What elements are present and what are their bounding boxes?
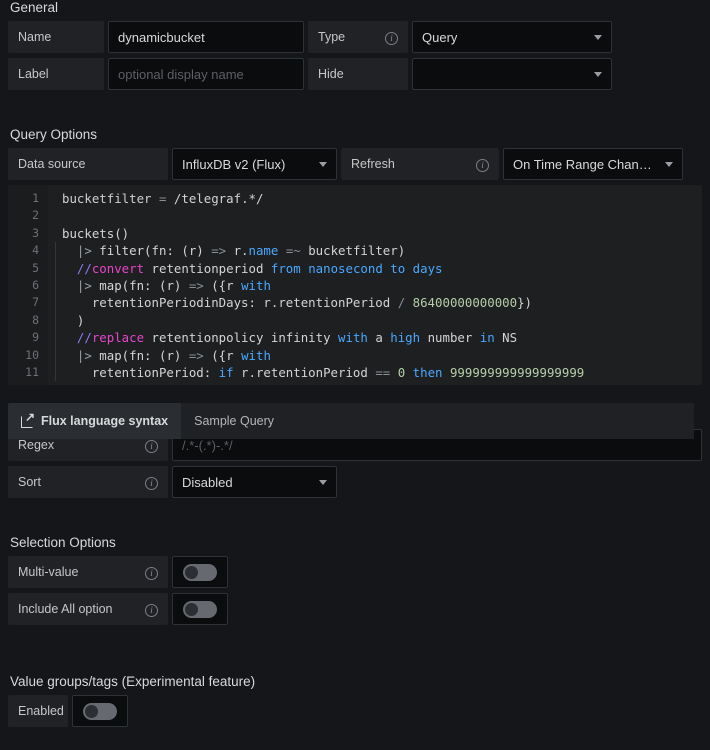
type-select-value: Query [422,29,458,45]
type-select[interactable]: Query [412,21,612,53]
enabled-field-label: Enabled [8,695,68,727]
tab-flux-language-syntax[interactable]: Flux language syntax [8,403,182,439]
refresh-info-icon[interactable]: i [462,157,489,172]
line-number: 5 [32,260,39,275]
chevron-down-icon [665,162,673,167]
sort-field-label: Sort i [8,466,168,498]
flux-query-code-editor[interactable]: 1 2 3 4 5 6 7 8 9 10 11 bucketfilter = /… [8,185,702,385]
datasource-label-text: Data source [18,157,86,171]
tab-sample-query-label: Sample Query [194,414,275,428]
editor-code-area[interactable]: bucketfilter = /telegraf.*/ buckets() |>… [48,185,702,385]
regex-label-text: Regex [18,438,55,452]
line-number: 11 [25,365,39,380]
line-number: 10 [25,347,39,362]
line-number: 7 [32,295,39,310]
toggle-track [183,600,217,618]
editor-line-number-gutter: 1 2 3 4 5 6 7 8 9 10 11 [8,185,48,385]
label-input-placeholder: optional display name [118,66,244,82]
code-line: retentionPeriod: if r.retentionPeriod ==… [48,364,702,382]
multi-value-label-text: Multi-value [18,565,79,579]
sort-row: Sort i Disabled [8,466,702,498]
refresh-field-label: Refresh i [341,148,499,180]
line-number: 8 [32,312,39,327]
sort-info-icon[interactable]: i [131,475,158,490]
label-field-label: Label [8,58,104,90]
datasource-field-label: Data source [8,148,168,180]
multi-value-info-icon[interactable]: i [131,565,158,580]
hide-select[interactable] [412,58,612,90]
hide-field-label: Hide [308,58,408,90]
sort-select[interactable]: Disabled [172,466,337,498]
datasource-select-value: InfluxDB v2 (Flux) [182,156,286,172]
include-all-toggle[interactable] [172,593,228,625]
refresh-select-value: On Time Range Chan… [513,156,652,172]
toggle-track [83,702,117,720]
name-field-label: Name [8,21,104,53]
include-all-field-label: Include All option i [8,593,168,625]
refresh-select[interactable]: On Time Range Chan… [503,148,683,180]
sort-select-value: Disabled [182,474,233,490]
refresh-label-text: Refresh [351,157,395,171]
line-number: 3 [32,225,39,240]
tab-sample-query[interactable]: Sample Query [181,403,287,439]
name-label-text: Name [18,30,52,44]
type-field-label: Type i [308,21,408,53]
label-label-text: Label [18,67,49,81]
multi-value-field-label: Multi-value i [8,556,168,588]
chevron-down-icon [594,35,602,40]
query-options-row: Data source InfluxDB v2 (Flux) Refresh i… [8,148,702,180]
general-row-2: Label optional display name Hide [8,58,702,90]
include-all-label-text: Include All option [18,602,113,616]
regex-input-placeholder: /.*-(.*)-.*/ [182,437,233,453]
line-number: 4 [32,243,39,258]
name-input-value: dynamicbucket [118,29,205,45]
label-input[interactable]: optional display name [108,58,304,90]
include-all-row: Include All option i [8,593,702,625]
general-section-title: General [10,0,59,15]
editor-tab-bar: Flux language syntax Sample Query [8,403,694,439]
value-groups-enabled-row: Enabled [8,695,702,727]
code-line: //replace retentionpolicy infinity with … [48,329,702,348]
type-label-text: Type [318,30,346,44]
code-line: |> map(fn: (r) => ({r with [48,346,702,365]
code-line: bucketfilter = /telegraf.*/ [62,191,264,206]
code-line: |> filter(fn: (r) => r.name =~ bucketfil… [48,242,702,261]
datasource-select[interactable]: InfluxDB v2 (Flux) [172,148,337,180]
query-options-section-title: Query Options [10,127,98,142]
regex-info-icon[interactable]: i [131,438,158,453]
chevron-down-icon [594,72,602,77]
line-number: 1 [32,191,39,205]
multi-value-row: Multi-value i [8,556,702,588]
include-all-info-icon[interactable]: i [131,602,158,617]
external-link-icon [21,411,35,428]
variable-editor-page: General Name dynamicbucket Type i Query … [0,0,710,750]
chevron-down-icon [319,480,327,485]
hide-label-text: Hide [318,67,344,81]
name-input[interactable]: dynamicbucket [108,21,304,53]
tab-flux-label: Flux language syntax [41,414,169,428]
general-row-1: Name dynamicbucket Type i Query [8,21,702,53]
code-line: buckets() [62,225,130,241]
type-info-icon[interactable]: i [371,30,398,45]
toggle-track [183,563,217,581]
selection-options-section-title: Selection Options [10,535,116,550]
line-number: 2 [32,208,39,223]
line-number: 9 [32,330,39,345]
toggle-knob [185,565,198,579]
code-line: ) [48,311,702,330]
toggle-knob [185,602,198,616]
code-line: //convert retentionperiod from nanosecon… [48,259,702,278]
enabled-label-text: Enabled [18,704,64,718]
code-line: retentionPeriodinDays: r.retentionPeriod… [48,294,702,313]
multi-value-toggle[interactable] [172,556,228,588]
value-groups-section-title: Value groups/tags (Experimental feature) [10,674,256,689]
code-line: |> map(fn: (r) => ({r with [48,277,702,295]
toggle-knob [85,704,98,718]
value-groups-enabled-toggle[interactable] [72,695,128,727]
line-number: 6 [32,278,39,293]
sort-label-text: Sort [18,475,41,489]
chevron-down-icon [319,162,327,167]
